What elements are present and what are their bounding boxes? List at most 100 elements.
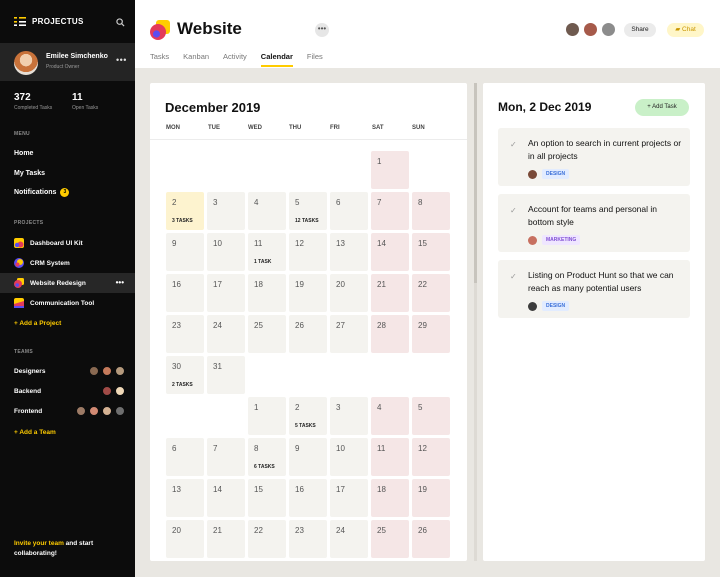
avatar (115, 386, 125, 396)
calendar-day[interactable]: 16 (289, 479, 327, 517)
calendar-day[interactable]: 22 (412, 274, 450, 312)
nav-notifications[interactable]: Notifications 3 (14, 188, 70, 197)
calendar-day[interactable]: 10 (207, 233, 245, 271)
calendar-day[interactable]: 15 (248, 479, 286, 517)
calendar-day[interactable]: 25 (248, 315, 286, 353)
search-icon[interactable] (116, 14, 125, 32)
scrollbar-thumb[interactable] (474, 83, 477, 283)
calendar-day[interactable]: 15 (412, 233, 450, 271)
calendar-day[interactable]: 13 (330, 233, 368, 271)
calendar-day[interactable]: 18 (371, 479, 409, 517)
calendar-day[interactable]: 26 (412, 520, 450, 558)
calendar-day[interactable]: 4 (371, 397, 409, 435)
calendar-day[interactable]: 23 (166, 315, 204, 353)
tab-files[interactable]: Files (307, 52, 323, 67)
calendar-day[interactable]: 8 6 TASKS (248, 438, 286, 476)
calendar-day[interactable]: 14 (207, 479, 245, 517)
team-frontend[interactable]: Frontend (14, 408, 42, 415)
avatar[interactable] (601, 22, 616, 37)
calendar-day[interactable]: 17 (330, 479, 368, 517)
calendar-day[interactable]: 19 (289, 274, 327, 312)
calendar-day[interactable]: 6 (330, 192, 368, 230)
avatar[interactable] (565, 22, 580, 37)
tab-activity[interactable]: Activity (223, 52, 247, 67)
calendar-day[interactable]: 5 12 TASKS (289, 192, 327, 230)
calendar-day[interactable]: 27 (330, 315, 368, 353)
more-icon[interactable]: ••• (116, 278, 124, 287)
task-card[interactable]: ✓ An option to search in current project… (498, 128, 690, 186)
calendar-day[interactable]: 20 (330, 274, 368, 312)
user-profile[interactable]: Emilee Simchenko Product Owner ••• (0, 43, 135, 81)
add-task-button[interactable]: + Add Task (635, 99, 689, 116)
add-project-link[interactable]: + Add a Project (14, 320, 61, 327)
brand-name: PROJECTUS (32, 16, 84, 26)
calendar-day[interactable]: 1 (371, 151, 409, 189)
calendar-day[interactable]: 21 (207, 520, 245, 558)
calendar-day[interactable]: 10 (330, 438, 368, 476)
calendar-day[interactable]: 12 (412, 438, 450, 476)
calendar-day[interactable]: 31 (207, 356, 245, 394)
team-backend[interactable]: Backend (14, 388, 41, 395)
calendar-day[interactable]: 2 5 TASKS (289, 397, 327, 435)
calendar-day[interactable]: 8 (412, 192, 450, 230)
calendar-day[interactable]: 17 (207, 274, 245, 312)
calendar-day[interactable]: 23 (289, 520, 327, 558)
calendar-day[interactable]: 7 (371, 192, 409, 230)
calendar-day[interactable]: 24 (330, 520, 368, 558)
project-website-redesign[interactable]: Website Redesign ••• (0, 273, 135, 293)
calendar-day[interactable]: 30 2 TASKS (166, 356, 204, 394)
avatar (115, 366, 125, 376)
calendar-day[interactable]: 26 (289, 315, 327, 353)
tab-tasks[interactable]: Tasks (150, 52, 169, 67)
project-crm-system[interactable]: CRM System (0, 253, 135, 273)
tab-calendar[interactable]: Calendar (260, 52, 293, 67)
avatar (89, 366, 99, 376)
check-icon[interactable]: ✓ (510, 272, 517, 281)
project-communication-tool[interactable]: Communication Tool (0, 293, 135, 313)
calendar-day[interactable]: 11 (371, 438, 409, 476)
calendar-day[interactable]: 3 (207, 192, 245, 230)
invite-message[interactable]: Invite your team and start collaborating… (14, 539, 124, 559)
nav-my-tasks[interactable]: My Tasks (14, 170, 45, 177)
calendar-day[interactable]: 13 (166, 479, 204, 517)
calendar-day[interactable]: 19 (412, 479, 450, 517)
calendar-day[interactable]: 12 (289, 233, 327, 271)
calendar-day[interactable]: 7 (207, 438, 245, 476)
more-icon[interactable]: ••• (116, 55, 127, 65)
calendar-day[interactable]: 14 (371, 233, 409, 271)
calendar-day[interactable]: 5 (412, 397, 450, 435)
calendar-day[interactable]: 16 (166, 274, 204, 312)
project-dashboard-ui-kit[interactable]: Dashboard UI Kit (0, 233, 135, 253)
calendar-day[interactable]: 4 (248, 192, 286, 230)
calendar-day[interactable]: 3 (330, 397, 368, 435)
calendar-day[interactable]: 1 (248, 397, 286, 435)
chat-button[interactable]: ▰ Chat (667, 23, 704, 37)
day-number: 26 (295, 321, 304, 330)
team-designers[interactable]: Designers (14, 368, 45, 375)
check-icon[interactable]: ✓ (510, 140, 517, 149)
calendar-day[interactable]: 9 (166, 233, 204, 271)
calendar-day[interactable]: 24 (207, 315, 245, 353)
task-card[interactable]: ✓ Account for teams and personal in bott… (498, 194, 690, 252)
share-button[interactable]: Share (624, 23, 656, 37)
nav-home[interactable]: Home (14, 150, 33, 157)
calendar-day[interactable]: 18 (248, 274, 286, 312)
calendar-day[interactable]: 11 1 TASK (248, 233, 286, 271)
calendar-day[interactable]: 22 (248, 520, 286, 558)
calendar-day[interactable]: 6 (166, 438, 204, 476)
task-card[interactable]: ✓ Listing on Product Hunt so that we can… (498, 260, 690, 318)
add-team-link[interactable]: + Add a Team (14, 429, 56, 436)
brand[interactable]: PROJECTUS (14, 14, 84, 28)
avatar[interactable] (583, 22, 598, 37)
calendar-day[interactable]: 28 (371, 315, 409, 353)
calendar-day-today[interactable]: 2 3 TASKS (166, 192, 204, 230)
calendar-day[interactable]: 29 (412, 315, 450, 353)
tab-kanban[interactable]: Kanban (183, 52, 209, 67)
calendar-day[interactable]: 20 (166, 520, 204, 558)
day-number: 20 (336, 280, 345, 289)
calendar-day[interactable]: 9 (289, 438, 327, 476)
calendar-day[interactable]: 21 (371, 274, 409, 312)
more-button[interactable]: ••• (315, 23, 329, 37)
calendar-day[interactable]: 25 (371, 520, 409, 558)
check-icon[interactable]: ✓ (510, 206, 517, 215)
